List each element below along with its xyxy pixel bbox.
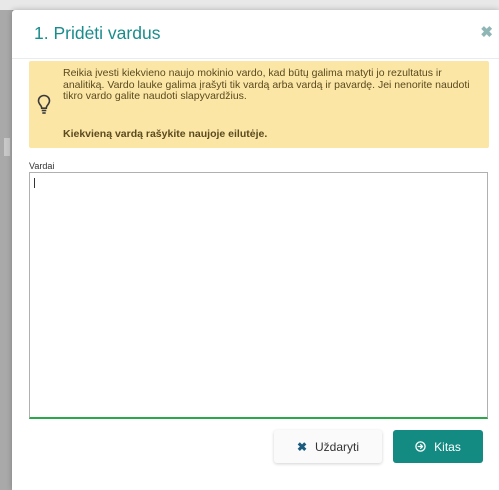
lightbulb-icon xyxy=(37,94,51,114)
modal-header: 1. Pridėti vardus ✖ xyxy=(12,10,499,59)
close-button-label: Uždaryti xyxy=(315,439,360,454)
alert-strong-text: Kiekvieną vardą rašykite naujoje eilutėj… xyxy=(63,128,268,140)
names-textarea[interactable] xyxy=(29,172,488,419)
x-icon: ✖ xyxy=(296,439,308,454)
close-button[interactable]: ✖ Uždaryti xyxy=(274,430,382,463)
modal-title: 1. Pridėti vardus xyxy=(34,23,161,43)
info-alert: Reikia įvesti kiekvieno naujo mokinio va… xyxy=(29,61,489,148)
next-button-label: Kitas xyxy=(434,439,461,454)
backdrop-marker xyxy=(4,138,10,156)
names-label: Vardai xyxy=(29,161,55,171)
text-caret xyxy=(34,178,35,188)
backdrop-top xyxy=(0,0,499,10)
add-names-modal: 1. Pridėti vardus ✖ Reikia įvesti kiekvi… xyxy=(12,10,499,490)
backdrop-left xyxy=(0,10,12,490)
alert-text: Reikia įvesti kiekvieno naujo mokinio va… xyxy=(63,67,470,102)
arrow-circle-right-icon xyxy=(415,441,426,452)
close-icon[interactable]: ✖ xyxy=(480,25,493,40)
next-button[interactable]: Kitas xyxy=(393,430,483,463)
